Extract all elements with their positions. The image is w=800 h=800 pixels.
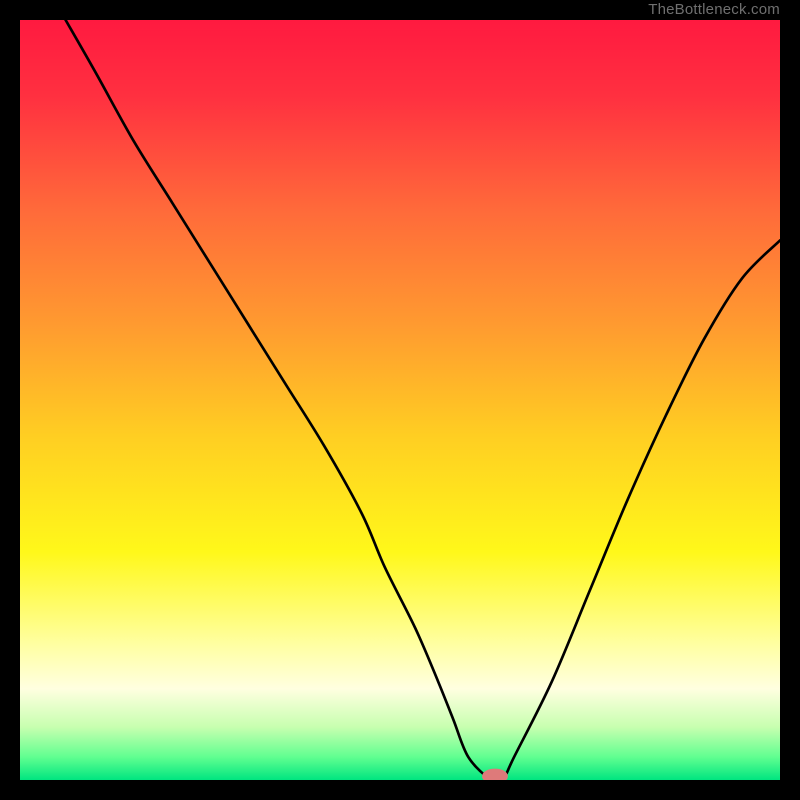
plot-area [20,20,780,780]
bottleneck-curve [20,20,780,780]
watermark-text: TheBottleneck.com [648,0,780,20]
minimum-marker [483,769,507,780]
curve-path [66,20,780,780]
chart-frame: TheBottleneck.com [0,0,800,800]
